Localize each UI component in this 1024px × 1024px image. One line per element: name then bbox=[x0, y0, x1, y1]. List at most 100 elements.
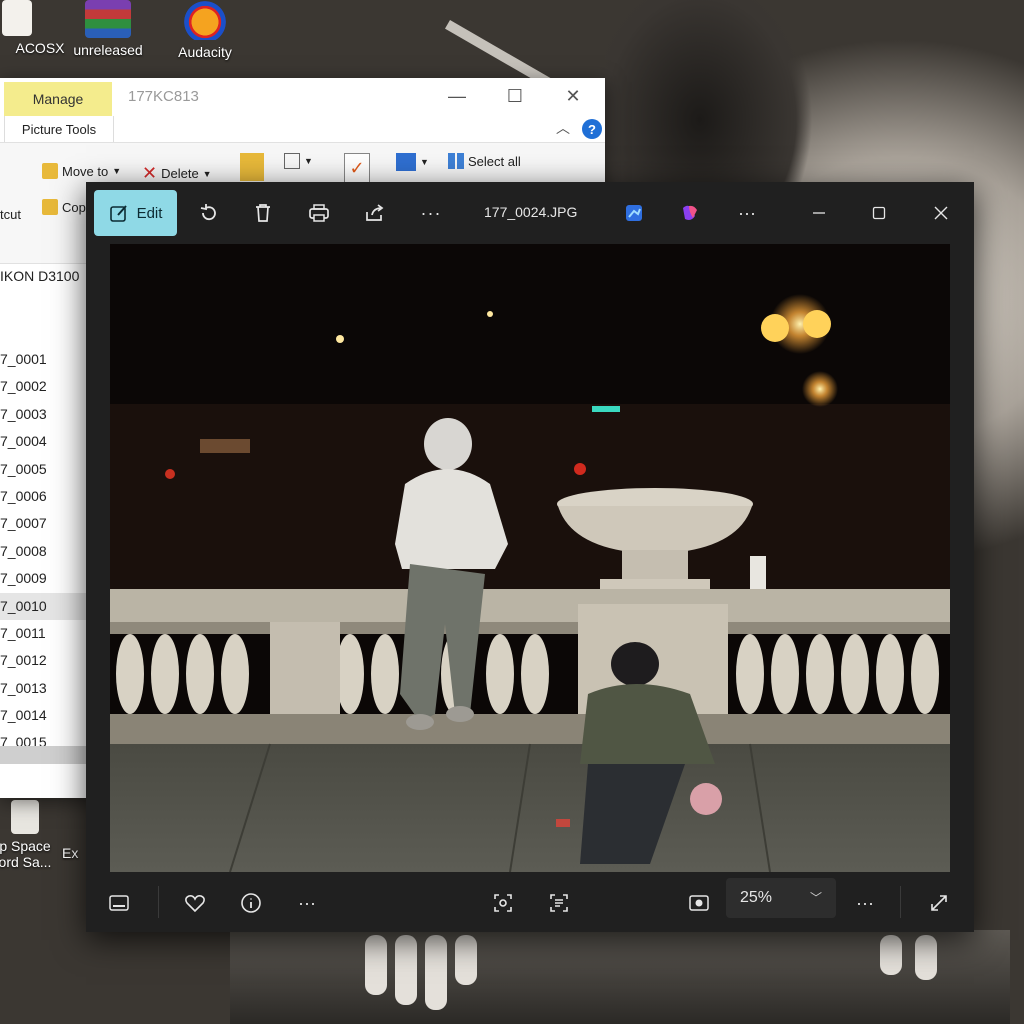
more-icon: ··· bbox=[856, 892, 874, 913]
photo-detail bbox=[116, 634, 144, 714]
move-to-button[interactable]: Move to ▼ bbox=[42, 163, 121, 179]
collapse-ribbon-icon[interactable]: ︿ bbox=[556, 118, 570, 138]
select-all-button[interactable]: Select all bbox=[448, 153, 521, 169]
photos-toolbar: Edit ··· 177_0024.JPG ··· bbox=[86, 182, 974, 244]
wallpaper-detail bbox=[455, 935, 477, 985]
file-row[interactable]: 7_0013 bbox=[0, 675, 90, 702]
zoom-dropdown[interactable]: 25% ﹀ bbox=[726, 878, 836, 918]
more-icon: ··· bbox=[420, 202, 442, 223]
wallpaper-detail bbox=[425, 935, 447, 1010]
close-icon[interactable]: ✕ bbox=[558, 84, 588, 108]
photo-detail bbox=[841, 634, 869, 714]
close-button[interactable] bbox=[924, 196, 958, 230]
manage-tab[interactable]: Manage bbox=[4, 82, 112, 116]
new-folder-icon bbox=[240, 153, 264, 181]
picture-tools-tab[interactable]: Picture Tools bbox=[4, 116, 114, 142]
file-row[interactable]: 7_0007 bbox=[0, 510, 90, 537]
zoom-value: 25% bbox=[740, 889, 773, 906]
rotate-button[interactable] bbox=[192, 196, 226, 230]
copy-path-button[interactable]: ▼ bbox=[284, 153, 313, 169]
file-row[interactable]: 7_0005 bbox=[0, 456, 90, 483]
properties-check-icon: ✓ bbox=[344, 153, 370, 183]
info-button[interactable] bbox=[234, 886, 268, 920]
chevron-down-icon: ▼ bbox=[202, 168, 212, 179]
file-row[interactable]: 7_0011 bbox=[0, 620, 90, 647]
photos-bottom-bar: ··· 25% ﹀ ··· bbox=[86, 872, 974, 932]
winrar-icon bbox=[85, 0, 131, 38]
minimize-button[interactable] bbox=[802, 196, 836, 230]
file-row[interactable]: 7_0006 bbox=[0, 483, 90, 510]
desktop-icon-space[interactable]: p Space ord Sa... bbox=[0, 800, 60, 870]
copilot-icon bbox=[679, 202, 701, 224]
photo-detail bbox=[151, 634, 179, 714]
favorite-button[interactable] bbox=[178, 886, 212, 920]
new-folder-button[interactable] bbox=[240, 153, 264, 181]
horizontal-scrollbar[interactable] bbox=[0, 746, 90, 764]
photo-detail bbox=[911, 634, 939, 714]
print-button[interactable] bbox=[302, 196, 336, 230]
file-row[interactable]: 7_0008 bbox=[0, 538, 90, 565]
maximize-icon bbox=[872, 206, 886, 220]
wallpaper-detail bbox=[880, 935, 902, 975]
edit-button[interactable]: Edit bbox=[94, 190, 177, 236]
toolbar-separator bbox=[158, 886, 159, 918]
explorer-titlebar[interactable]: Manage Picture Tools 177KC813 — ☐ ✕ ︿ ? bbox=[0, 78, 605, 142]
photo-canvas[interactable] bbox=[110, 244, 950, 872]
file-row[interactable]: 7_0002 bbox=[0, 373, 90, 400]
delete-button[interactable]: ✕ Delete ▼ bbox=[142, 163, 212, 184]
more-options-button[interactable]: ··· bbox=[848, 886, 882, 920]
photo-image bbox=[110, 244, 950, 872]
wallpaper-detail bbox=[395, 935, 417, 1005]
cut-button[interactable]: tcut bbox=[0, 207, 21, 222]
minimize-icon[interactable]: — bbox=[442, 84, 472, 108]
more-options-button[interactable]: ··· bbox=[414, 196, 448, 230]
properties-button[interactable]: ✓ bbox=[344, 153, 370, 183]
file-row[interactable]: 7_0004 bbox=[0, 428, 90, 455]
heart-icon bbox=[184, 893, 206, 913]
photo-detail bbox=[221, 634, 249, 714]
photo-detail bbox=[371, 634, 399, 714]
maximize-button[interactable] bbox=[862, 196, 896, 230]
fit-to-window-button[interactable] bbox=[682, 886, 716, 920]
more-options-button[interactable]: ··· bbox=[730, 196, 764, 230]
file-icon bbox=[11, 800, 39, 834]
filmstrip-button[interactable] bbox=[102, 886, 136, 920]
copy-to-button[interactable]: Cop bbox=[42, 199, 86, 215]
fullscreen-button[interactable] bbox=[922, 886, 956, 920]
file-row[interactable]: 7_0003 bbox=[0, 401, 90, 428]
maximize-icon[interactable]: ☐ bbox=[500, 84, 530, 108]
photo-detail bbox=[521, 634, 549, 714]
file-list: 7_0001 7_0002 7_0003 7_0004 7_0005 7_0006 7_00… bbox=[0, 346, 90, 757]
photo-detail bbox=[771, 634, 799, 714]
edit-image-button[interactable]: ▼ bbox=[396, 153, 429, 171]
copy-folder-icon bbox=[42, 199, 58, 215]
copy-path-icon bbox=[284, 153, 300, 169]
desktop-icon-acosx[interactable]: ACOSX bbox=[0, 0, 70, 56]
share-icon bbox=[364, 203, 386, 223]
delete-x-icon: ✕ bbox=[142, 163, 158, 183]
more-options-button[interactable]: ··· bbox=[290, 886, 324, 920]
photo-detail bbox=[876, 634, 904, 714]
designer-icon bbox=[624, 203, 644, 223]
desktop-icon-audacity[interactable]: Audacity bbox=[160, 0, 250, 60]
info-icon bbox=[240, 892, 262, 914]
text-scan-icon bbox=[548, 892, 570, 914]
file-row[interactable]: 7_0010 bbox=[0, 592, 90, 620]
file-row[interactable]: 7_0001 bbox=[0, 346, 90, 373]
file-row[interactable]: 7_0009 bbox=[0, 565, 90, 592]
visual-search-button[interactable] bbox=[486, 886, 520, 920]
copilot-button[interactable] bbox=[674, 196, 706, 230]
photos-viewer-window[interactable]: Edit ··· 177_0024.JPG ··· ··· 25% ﹀ ··· bbox=[86, 182, 974, 932]
file-row[interactable]: 7_0012 bbox=[0, 647, 90, 674]
wallpaper-detail bbox=[915, 935, 937, 980]
move-folder-icon bbox=[42, 163, 58, 179]
designer-button[interactable] bbox=[618, 196, 650, 230]
delete-button[interactable] bbox=[246, 196, 280, 230]
share-button[interactable] bbox=[358, 196, 392, 230]
chevron-down-icon: ▼ bbox=[112, 166, 122, 176]
photo-detail bbox=[806, 634, 834, 714]
desktop-icon-unreleased[interactable]: unreleased bbox=[63, 0, 153, 58]
scan-text-button[interactable] bbox=[542, 886, 576, 920]
help-icon[interactable]: ? bbox=[582, 119, 602, 139]
file-row[interactable]: 7_0014 bbox=[0, 702, 90, 729]
